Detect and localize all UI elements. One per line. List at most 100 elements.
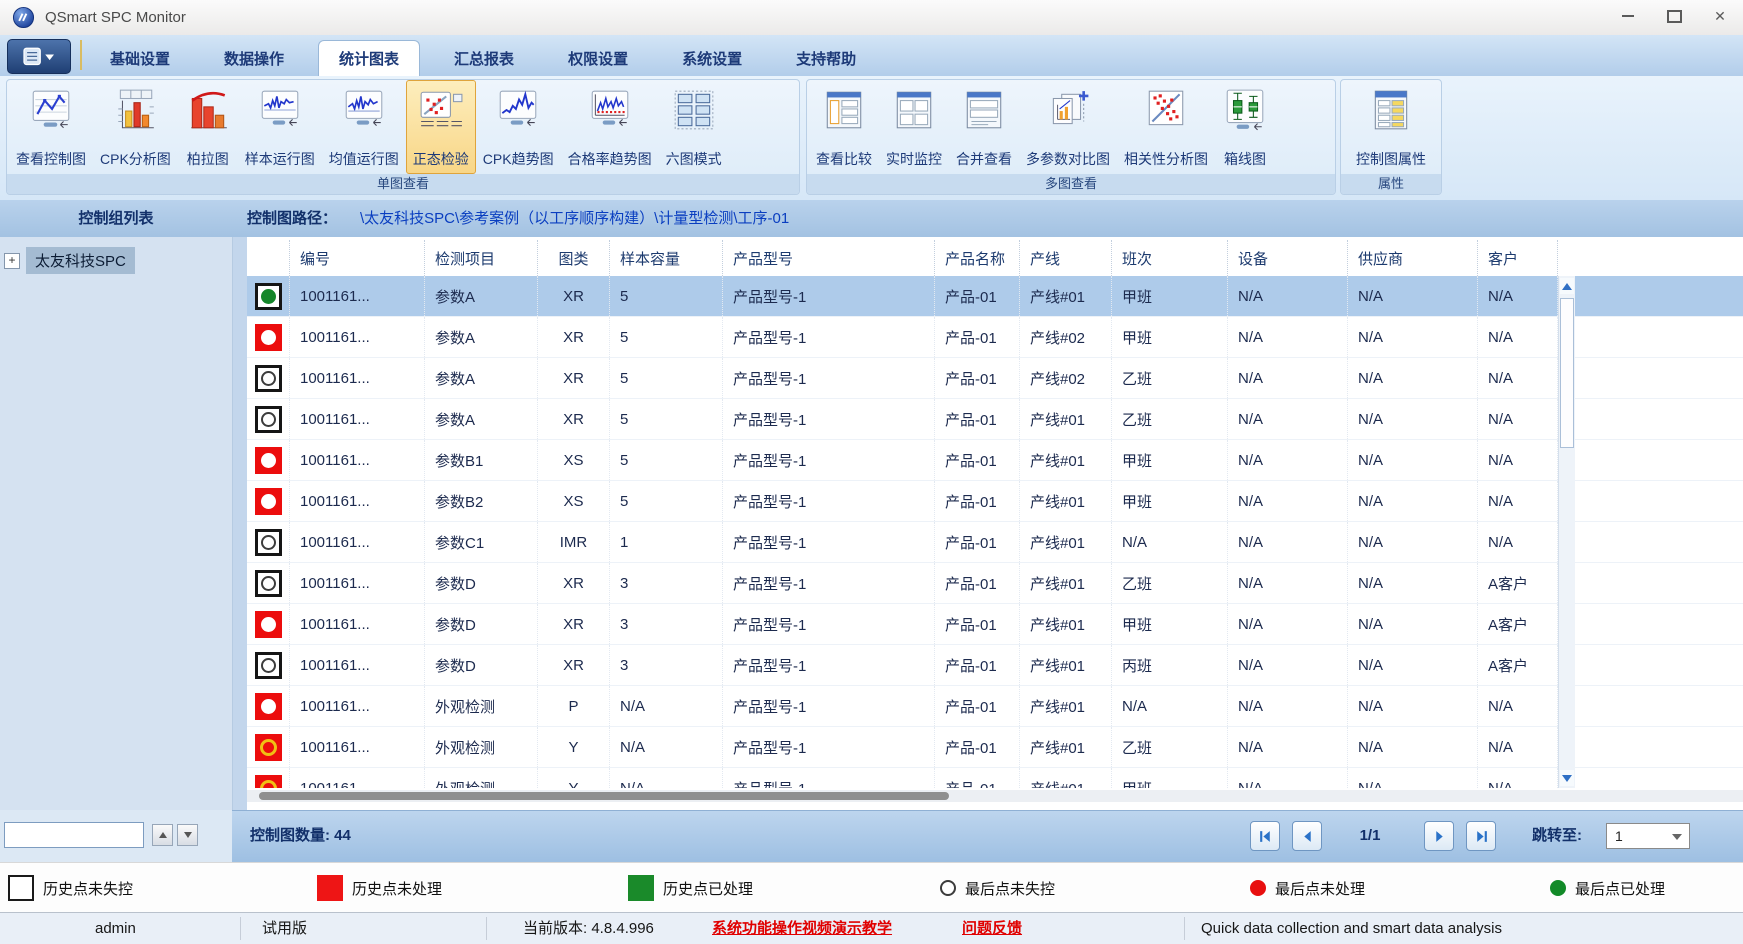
table-row-13[interactable]: 1001161...外观检测YN/A产品型号-1产品-01产线#01甲班N/AN… bbox=[247, 768, 1743, 788]
table-row-3[interactable]: 1001161...参数AXR5产品型号-1产品-01产线#02乙班N/AN/A… bbox=[247, 358, 1743, 399]
column-header-2[interactable]: 检测项目 bbox=[425, 240, 538, 276]
ribbon-group-2: 查看比较实时监控合并查看多参数对比图相关性分析图箱线图多图查看 bbox=[806, 79, 1336, 195]
horizontal-scrollbar-thumb[interactable] bbox=[259, 792, 949, 800]
cell-chart_type: XR bbox=[538, 563, 610, 603]
footer-blue-strip bbox=[232, 810, 1743, 863]
table-row-5[interactable]: 1001161...参数B1XS5产品型号-1产品-01产线#01甲班N/AN/… bbox=[247, 440, 1743, 481]
ribbon-button-six-chart[interactable]: 六图模式 bbox=[659, 80, 729, 174]
tree-filter-input[interactable] bbox=[4, 822, 144, 848]
ribbon-tab-3[interactable]: 统计图表 bbox=[318, 40, 420, 76]
ribbon-button-cpk-analysis[interactable]: CPK分析图 bbox=[93, 80, 178, 174]
cell-filler bbox=[1558, 686, 1743, 726]
column-header-1[interactable]: 编号 bbox=[290, 240, 425, 276]
cell-customer: N/A bbox=[1478, 358, 1558, 398]
table-row-12[interactable]: 1001161...外观检测YN/A产品型号-1产品-01产线#01乙班N/AN… bbox=[247, 727, 1743, 768]
maximize-button[interactable] bbox=[1651, 0, 1697, 32]
tree-expand-icon[interactable]: + bbox=[4, 253, 20, 269]
jump-to-select[interactable]: 1 bbox=[1606, 823, 1690, 849]
ribbon-button-chart-props[interactable]: 控制图属性 bbox=[1349, 80, 1433, 174]
table-row-4[interactable]: 1001161...参数AXR5产品型号-1产品-01产线#01乙班N/AN/A… bbox=[247, 399, 1743, 440]
ribbon-tab-7[interactable]: 支持帮助 bbox=[776, 40, 876, 76]
jump-to-label: 跳转至: bbox=[1532, 810, 1582, 862]
cell-customer: N/A bbox=[1478, 276, 1558, 316]
column-header-3[interactable]: 图类 bbox=[538, 240, 610, 276]
ribbon-button-correlation[interactable]: 相关性分析图 bbox=[1117, 80, 1215, 174]
ribbon-button-compare[interactable]: 查看比较 bbox=[809, 80, 879, 174]
ribbon-button-mean-run[interactable]: 均值运行图 bbox=[322, 80, 406, 174]
column-header-8[interactable]: 班次 bbox=[1112, 240, 1228, 276]
ribbon-button-control-chart[interactable]: 查看控制图 bbox=[9, 80, 93, 174]
table-row-10[interactable]: 1001161...参数DXR3产品型号-1产品-01产线#01丙班N/AN/A… bbox=[247, 645, 1743, 686]
scroll-up-button[interactable] bbox=[1560, 278, 1574, 294]
table-row-6[interactable]: 1001161...参数B2XS5产品型号-1产品-01产线#01甲班N/AN/… bbox=[247, 481, 1743, 522]
vertical-scrollbar-thumb[interactable] bbox=[1560, 298, 1574, 448]
tree-node-label[interactable]: 太友科技SPC bbox=[26, 247, 135, 274]
feedback-link[interactable]: 问题反馈 bbox=[962, 913, 1022, 944]
ribbon-tab-6[interactable]: 系统设置 bbox=[662, 40, 762, 76]
ribbon-button-label: 六图模式 bbox=[666, 149, 722, 169]
next-page-button[interactable] bbox=[1424, 821, 1454, 851]
cell-item: 参数D bbox=[425, 604, 538, 644]
ribbon-button-merge[interactable]: 合并查看 bbox=[949, 80, 1019, 174]
column-header-11[interactable]: 客户 bbox=[1478, 240, 1558, 276]
first-page-button[interactable] bbox=[1250, 821, 1280, 851]
video-tutorial-link[interactable]: 系统功能操作视频演示教学 bbox=[712, 913, 892, 944]
column-header-5[interactable]: 产品型号 bbox=[723, 240, 935, 276]
correlation-icon bbox=[1143, 86, 1189, 134]
find-up-button[interactable] bbox=[152, 824, 173, 846]
table-row-1[interactable]: 1001161...参数AXR5产品型号-1产品-01产线#01甲班N/AN/A… bbox=[247, 276, 1743, 317]
ribbon-button-label: 多参数对比图 bbox=[1026, 149, 1110, 169]
column-header-4[interactable]: 样本容量 bbox=[610, 240, 723, 276]
find-down-button[interactable] bbox=[177, 824, 198, 846]
ribbon-button-realtime[interactable]: 实时监控 bbox=[879, 80, 949, 174]
cell-line: 产线#01 bbox=[1020, 645, 1112, 685]
column-header-filler bbox=[1558, 240, 1743, 276]
cell-filler bbox=[1558, 399, 1743, 439]
ribbon-tab-4[interactable]: 汇总报表 bbox=[434, 40, 534, 76]
ribbon-button-multi-param[interactable]: 多参数对比图 bbox=[1019, 80, 1117, 174]
cell-shift: 乙班 bbox=[1112, 727, 1228, 767]
status-red-dot-icon bbox=[255, 611, 282, 638]
table-row-7[interactable]: 1001161...参数C1IMR1产品型号-1产品-01产线#01N/AN/A… bbox=[247, 522, 1743, 563]
tree-node-root[interactable]: + 太友科技SPC bbox=[4, 247, 135, 274]
cell-sample_size: 1 bbox=[610, 522, 723, 562]
app-menu-button[interactable] bbox=[7, 39, 71, 74]
cell-product: 产品-01 bbox=[935, 481, 1020, 521]
column-header-9[interactable]: 设备 bbox=[1228, 240, 1348, 276]
table-row-8[interactable]: 1001161...参数DXR3产品型号-1产品-01产线#01乙班N/AN/A… bbox=[247, 563, 1743, 604]
column-header-7[interactable]: 产线 bbox=[1020, 240, 1112, 276]
ribbon-button-cpk-trend[interactable]: CPK趋势图 bbox=[476, 80, 561, 174]
cell-filler bbox=[1558, 317, 1743, 357]
prev-page-button[interactable] bbox=[1292, 821, 1322, 851]
minimize-button[interactable] bbox=[1605, 0, 1651, 32]
cell-supplier: N/A bbox=[1348, 686, 1478, 726]
table-row-9[interactable]: 1001161...参数DXR3产品型号-1产品-01产线#01甲班N/AN/A… bbox=[247, 604, 1743, 645]
horizontal-scrollbar[interactable] bbox=[247, 790, 1743, 802]
ribbon-button-normality[interactable]: 正态检验 bbox=[406, 80, 476, 174]
column-header-6[interactable]: 产品名称 bbox=[935, 240, 1020, 276]
ribbon-tab-bar: 基础设置数据操作统计图表汇总报表权限设置系统设置支持帮助 bbox=[0, 35, 1743, 76]
minimize-icon bbox=[1622, 15, 1634, 17]
cell-supplier: N/A bbox=[1348, 440, 1478, 480]
close-button[interactable]: ✕ bbox=[1697, 0, 1743, 32]
column-header-10[interactable]: 供应商 bbox=[1348, 240, 1478, 276]
control-chart-icon bbox=[28, 86, 74, 134]
table-row-2[interactable]: 1001161...参数AXR5产品型号-1产品-01产线#02甲班N/AN/A… bbox=[247, 317, 1743, 358]
ribbon-button-label: 查看控制图 bbox=[16, 149, 86, 169]
status-green-dot-icon bbox=[255, 283, 282, 310]
ribbon-button-passrate-trend[interactable]: 合格率趋势图 bbox=[561, 80, 659, 174]
last-page-button[interactable] bbox=[1466, 821, 1496, 851]
table-row-11[interactable]: 1001161...外观检测PN/A产品型号-1产品-01产线#01N/AN/A… bbox=[247, 686, 1743, 727]
ribbon-button-pareto[interactable]: 柏拉图 bbox=[178, 80, 238, 174]
ribbon-tab-1[interactable]: 基础设置 bbox=[90, 40, 190, 76]
ribbon-button-sample-run[interactable]: 样本运行图 bbox=[238, 80, 322, 174]
ribbon-tab-2[interactable]: 数据操作 bbox=[204, 40, 304, 76]
cell-product: 产品-01 bbox=[935, 686, 1020, 726]
cell-model: 产品型号-1 bbox=[723, 522, 935, 562]
ribbon-button-boxplot[interactable]: 箱线图 bbox=[1215, 80, 1275, 174]
cell-device: N/A bbox=[1228, 727, 1348, 767]
vertical-scrollbar[interactable] bbox=[1558, 276, 1575, 788]
scroll-down-button[interactable] bbox=[1560, 770, 1574, 786]
ribbon-tab-5[interactable]: 权限设置 bbox=[548, 40, 648, 76]
compare-icon bbox=[821, 86, 867, 134]
